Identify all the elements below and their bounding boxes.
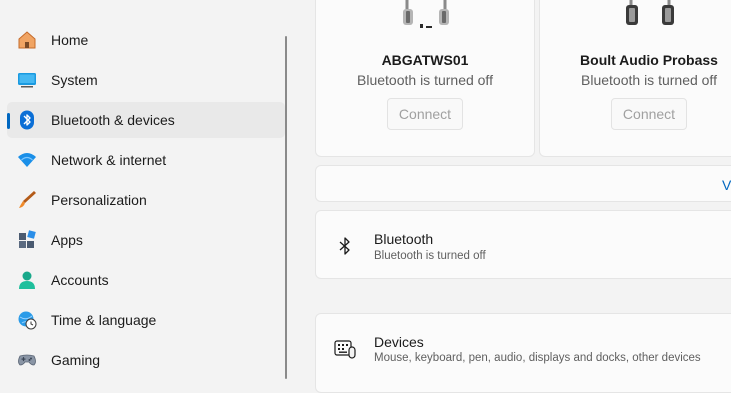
sidebar-item-label: Apps xyxy=(51,232,83,248)
sidebar-item-label: Network & internet xyxy=(51,152,167,168)
sidebar-item-accounts[interactable]: Accounts xyxy=(7,262,285,298)
bluetooth-setting-row[interactable]: Bluetooth Bluetooth is turned off xyxy=(315,210,731,279)
sidebar-item-label: Bluetooth & devices xyxy=(51,112,175,128)
bluetooth-icon xyxy=(339,237,350,255)
device-card-abgatws01[interactable]: ABGATWS01 Bluetooth is turned off Connec… xyxy=(315,0,535,157)
connect-button[interactable]: Connect xyxy=(387,98,463,130)
sidebar-item-network[interactable]: Network & internet xyxy=(7,142,285,178)
bluetooth-row-subtitle: Bluetooth is turned off xyxy=(374,250,486,262)
headphones-icon xyxy=(403,0,449,28)
sidebar-item-label: Home xyxy=(51,32,89,48)
sidebar-item-gaming[interactable]: Gaming xyxy=(7,342,285,378)
connect-button[interactable]: Connect xyxy=(611,98,687,130)
selection-indicator xyxy=(7,113,10,129)
devices-setting-row[interactable]: Devices Mouse, keyboard, pen, audio, dis… xyxy=(315,313,731,393)
person-icon xyxy=(19,271,35,289)
sidebar-item-label: Gaming xyxy=(51,352,101,368)
home-icon xyxy=(18,31,36,49)
devices-row-subtitle: Mouse, keyboard, pen, audio, displays an… xyxy=(374,352,701,364)
brush-icon xyxy=(19,191,36,208)
sidebar-scrollbar[interactable] xyxy=(285,36,287,379)
device-status: Bluetooth is turned off xyxy=(581,72,717,88)
apps-icon xyxy=(19,230,36,248)
sidebar: Home System Bluetooth & devices Network … xyxy=(0,0,286,379)
gamepad-icon xyxy=(18,354,36,366)
view-more-devices-link[interactable]: V xyxy=(722,177,731,193)
device-name: Boult Audio Probass xyxy=(580,52,718,68)
view-more-devices-card[interactable]: V xyxy=(315,165,731,202)
sidebar-item-apps[interactable]: Apps xyxy=(7,222,285,258)
bluetooth-icon xyxy=(20,110,34,130)
globe-clock-icon xyxy=(18,311,37,330)
sidebar-item-personalization[interactable]: Personalization xyxy=(7,182,285,218)
device-card-boult-audio-probass[interactable]: Boult Audio Probass Bluetooth is turned … xyxy=(539,0,731,157)
sidebar-item-label: Accounts xyxy=(51,272,109,288)
devices-row-title: Devices xyxy=(374,334,424,350)
device-name: ABGATWS01 xyxy=(381,52,469,68)
bluetooth-row-title: Bluetooth xyxy=(374,231,434,247)
wifi-icon xyxy=(18,153,36,167)
sidebar-item-label: Time & language xyxy=(51,312,157,328)
keyboard-mouse-icon xyxy=(334,340,356,359)
sidebar-item-label: Personalization xyxy=(51,192,147,208)
sidebar-item-bluetooth-devices[interactable]: Bluetooth & devices xyxy=(7,102,285,138)
device-status: Bluetooth is turned off xyxy=(357,72,493,88)
sidebar-item-home[interactable]: Home xyxy=(7,22,285,58)
system-icon xyxy=(18,73,36,88)
sidebar-item-label: System xyxy=(51,72,98,88)
sidebar-item-system[interactable]: System xyxy=(7,62,285,98)
sidebar-item-time-language[interactable]: Time & language xyxy=(7,302,285,338)
headphones-icon xyxy=(626,0,674,25)
